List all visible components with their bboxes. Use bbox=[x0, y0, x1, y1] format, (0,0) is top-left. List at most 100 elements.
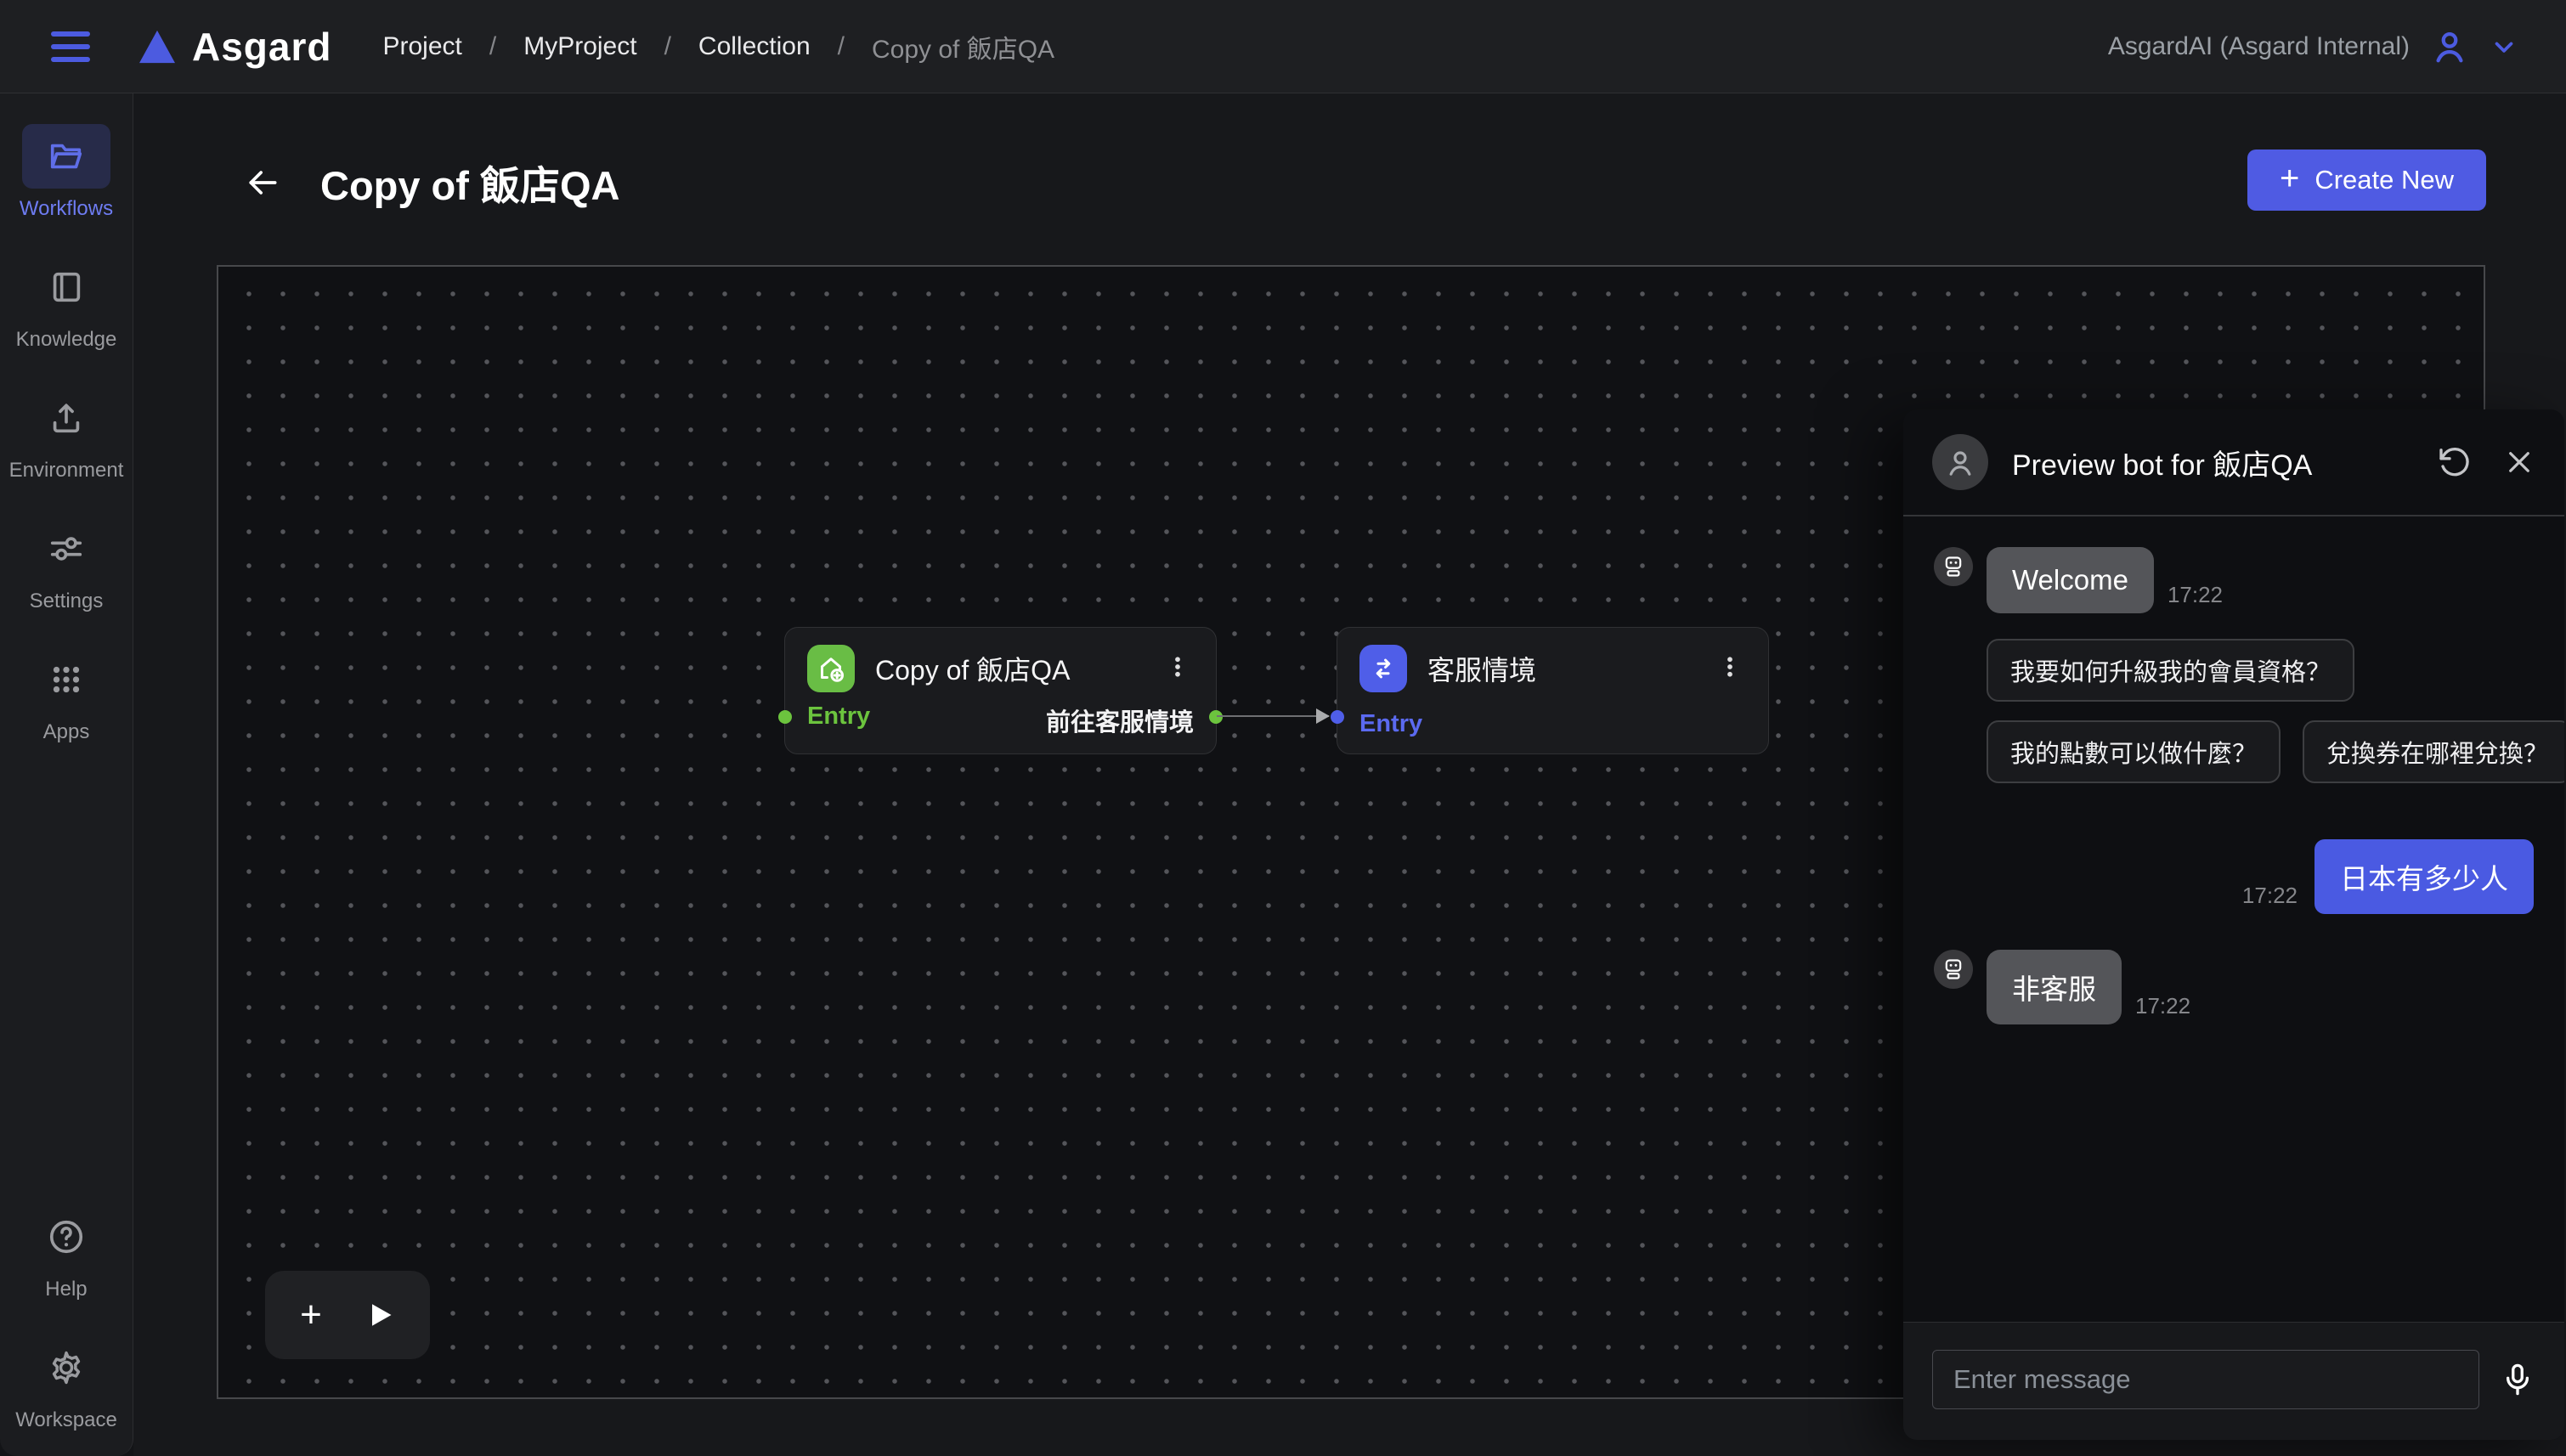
breadcrumb-current: Copy of 飯店QA bbox=[872, 28, 1054, 65]
play-icon bbox=[365, 1300, 395, 1330]
user-avatar-icon[interactable] bbox=[2430, 27, 2469, 66]
sidebar-item-help[interactable]: Help bbox=[22, 1205, 110, 1301]
user-message-row: 17:22 日本有多少人 bbox=[1934, 839, 2534, 914]
sidebar-item-environment[interactable]: Environment bbox=[9, 386, 124, 483]
node-menu-button[interactable] bbox=[1161, 651, 1194, 687]
output-port[interactable] bbox=[1209, 710, 1223, 724]
question-circle-icon bbox=[47, 1217, 86, 1256]
main-content: Copy of 飯店QA + Create New bbox=[133, 93, 2566, 1456]
microphone-button[interactable] bbox=[2500, 1362, 2535, 1397]
node-header: 客服情境 bbox=[1359, 645, 1746, 692]
workflows-active-tile bbox=[22, 124, 110, 189]
input-port[interactable] bbox=[1331, 710, 1344, 724]
sidebar: Workflows Knowledge Environment bbox=[0, 93, 133, 1456]
robot-avatar-icon bbox=[1934, 950, 1973, 989]
sidebar-item-workflows[interactable]: Workflows bbox=[20, 124, 113, 221]
chevron-down-icon[interactable] bbox=[2490, 32, 2518, 61]
bot-avatar bbox=[1932, 434, 1988, 490]
workflow-node-service[interactable]: 客服情境 Entry bbox=[1337, 627, 1769, 754]
node-output-label: 前往客服情境 bbox=[1046, 703, 1194, 738]
chat-message-list: Welcome 17:22 我要如何升級我的會員資格？ 我的點數可以做什麼？ 兌… bbox=[1903, 516, 2564, 1322]
breadcrumb: Project / MyProject / Collection / Copy … bbox=[382, 28, 1054, 65]
page-title: Copy of 飯店QA bbox=[320, 153, 619, 212]
sliders-icon bbox=[47, 529, 86, 568]
chat-title: Preview bot for 飯店QA bbox=[2012, 442, 2312, 483]
apps-tile bbox=[22, 647, 110, 712]
back-button[interactable] bbox=[242, 162, 283, 203]
message-bubble-group: 非客服 17:22 bbox=[1987, 950, 2190, 1024]
sidebar-item-label: Environment bbox=[9, 459, 124, 483]
chat-input-bar bbox=[1903, 1322, 2564, 1440]
canvas-toolbar: + bbox=[265, 1271, 430, 1359]
home-plus-icon bbox=[807, 645, 855, 692]
breadcrumb-project[interactable]: Project bbox=[382, 32, 461, 61]
close-icon bbox=[2503, 446, 2535, 478]
chat-header: Preview bot for 飯店QA bbox=[1903, 409, 2564, 516]
breadcrumb-myproject[interactable]: MyProject bbox=[523, 32, 636, 61]
close-chat-button[interactable] bbox=[2503, 446, 2535, 478]
input-port[interactable] bbox=[778, 710, 792, 724]
node-entry-label: Entry bbox=[1359, 710, 1422, 738]
chat-preview-panel: Preview bot for 飯店QA bbox=[1903, 409, 2564, 1440]
node-footer: Entry bbox=[1359, 710, 1746, 738]
sidebar-footer: Help Workspace bbox=[15, 1205, 117, 1456]
sidebar-item-knowledge[interactable]: Knowledge bbox=[16, 255, 117, 352]
hamburger-menu-icon[interactable] bbox=[51, 31, 90, 62]
sidebar-item-label: Knowledge bbox=[16, 328, 117, 352]
quick-reply-row: 我的點數可以做什麼？ 兌換券在哪裡兌換？ bbox=[1987, 720, 2534, 783]
message-timestamp: 17:22 bbox=[2168, 582, 2223, 613]
node-title: 客服情境 bbox=[1427, 649, 1536, 688]
quick-reply-chip[interactable]: 兌換券在哪裡兌換？ bbox=[2303, 720, 2564, 783]
chat-actions bbox=[2437, 445, 2535, 479]
run-workflow-button[interactable] bbox=[365, 1300, 395, 1330]
bot-message-row: Welcome 17:22 bbox=[1934, 547, 2534, 613]
bot-message-bubble: 非客服 bbox=[1987, 950, 2122, 1024]
brand-logo[interactable]: Asgard bbox=[138, 24, 331, 70]
person-icon bbox=[1943, 445, 1977, 479]
grid-dots-icon bbox=[47, 660, 86, 699]
add-node-button[interactable]: + bbox=[300, 1296, 322, 1334]
settings-tile bbox=[22, 516, 110, 581]
robot-avatar-icon bbox=[1934, 547, 1973, 586]
reset-icon bbox=[2437, 445, 2471, 479]
sidebar-item-apps[interactable]: Apps bbox=[22, 647, 110, 744]
sidebar-item-label: Apps bbox=[43, 720, 90, 744]
plus-icon: + bbox=[300, 1296, 322, 1334]
message-timestamp: 17:22 bbox=[2242, 883, 2298, 914]
plus-icon: + bbox=[2280, 161, 2299, 195]
help-tile bbox=[22, 1205, 110, 1269]
gear-icon bbox=[47, 1348, 86, 1387]
book-icon bbox=[47, 268, 86, 307]
node-header: Copy of 飯店QA bbox=[807, 645, 1194, 692]
topbar: Asgard Project / MyProject / Collection … bbox=[0, 0, 2566, 93]
message-input[interactable] bbox=[1932, 1350, 2479, 1409]
edge-arrowhead-icon bbox=[1316, 708, 1330, 724]
quick-reply-chip[interactable]: 我的點數可以做什麼？ bbox=[1987, 720, 2281, 783]
sidebar-item-label: Help bbox=[45, 1278, 87, 1301]
kebab-menu-icon bbox=[1165, 654, 1190, 680]
create-new-button[interactable]: + Create New bbox=[2247, 150, 2486, 211]
workflow-node-entry[interactable]: Copy of 飯店QA Entry 前往客服情境 bbox=[784, 627, 1217, 754]
workspace-tile bbox=[22, 1335, 110, 1400]
breadcrumb-separator: / bbox=[838, 32, 845, 61]
quick-reply-chip[interactable]: 我要如何升級我的會員資格？ bbox=[1987, 639, 2354, 702]
sidebar-item-label: Workflows bbox=[20, 197, 113, 221]
sidebar-item-settings[interactable]: Settings bbox=[22, 516, 110, 613]
swap-arrows-icon bbox=[1359, 645, 1407, 692]
brand-name: Asgard bbox=[192, 24, 331, 70]
node-entry-label: Entry bbox=[807, 703, 870, 738]
upload-icon bbox=[47, 398, 86, 437]
sidebar-item-label: Workspace bbox=[15, 1408, 117, 1432]
user-message-bubble: 日本有多少人 bbox=[2314, 839, 2534, 914]
breadcrumb-collection[interactable]: Collection bbox=[698, 32, 811, 61]
message-bubble-group: Welcome 17:22 bbox=[1987, 547, 2223, 613]
edge-connector bbox=[1217, 715, 1329, 717]
app-window: Asgard Project / MyProject / Collection … bbox=[0, 0, 2566, 1456]
reset-chat-button[interactable] bbox=[2437, 445, 2471, 479]
breadcrumb-separator: / bbox=[489, 32, 496, 61]
sidebar-item-workspace[interactable]: Workspace bbox=[15, 1335, 117, 1432]
create-new-label: Create New bbox=[2314, 165, 2454, 195]
page-title-row: Copy of 飯店QA bbox=[242, 153, 619, 212]
breadcrumb-separator: / bbox=[664, 32, 671, 61]
node-menu-button[interactable] bbox=[1714, 651, 1746, 687]
